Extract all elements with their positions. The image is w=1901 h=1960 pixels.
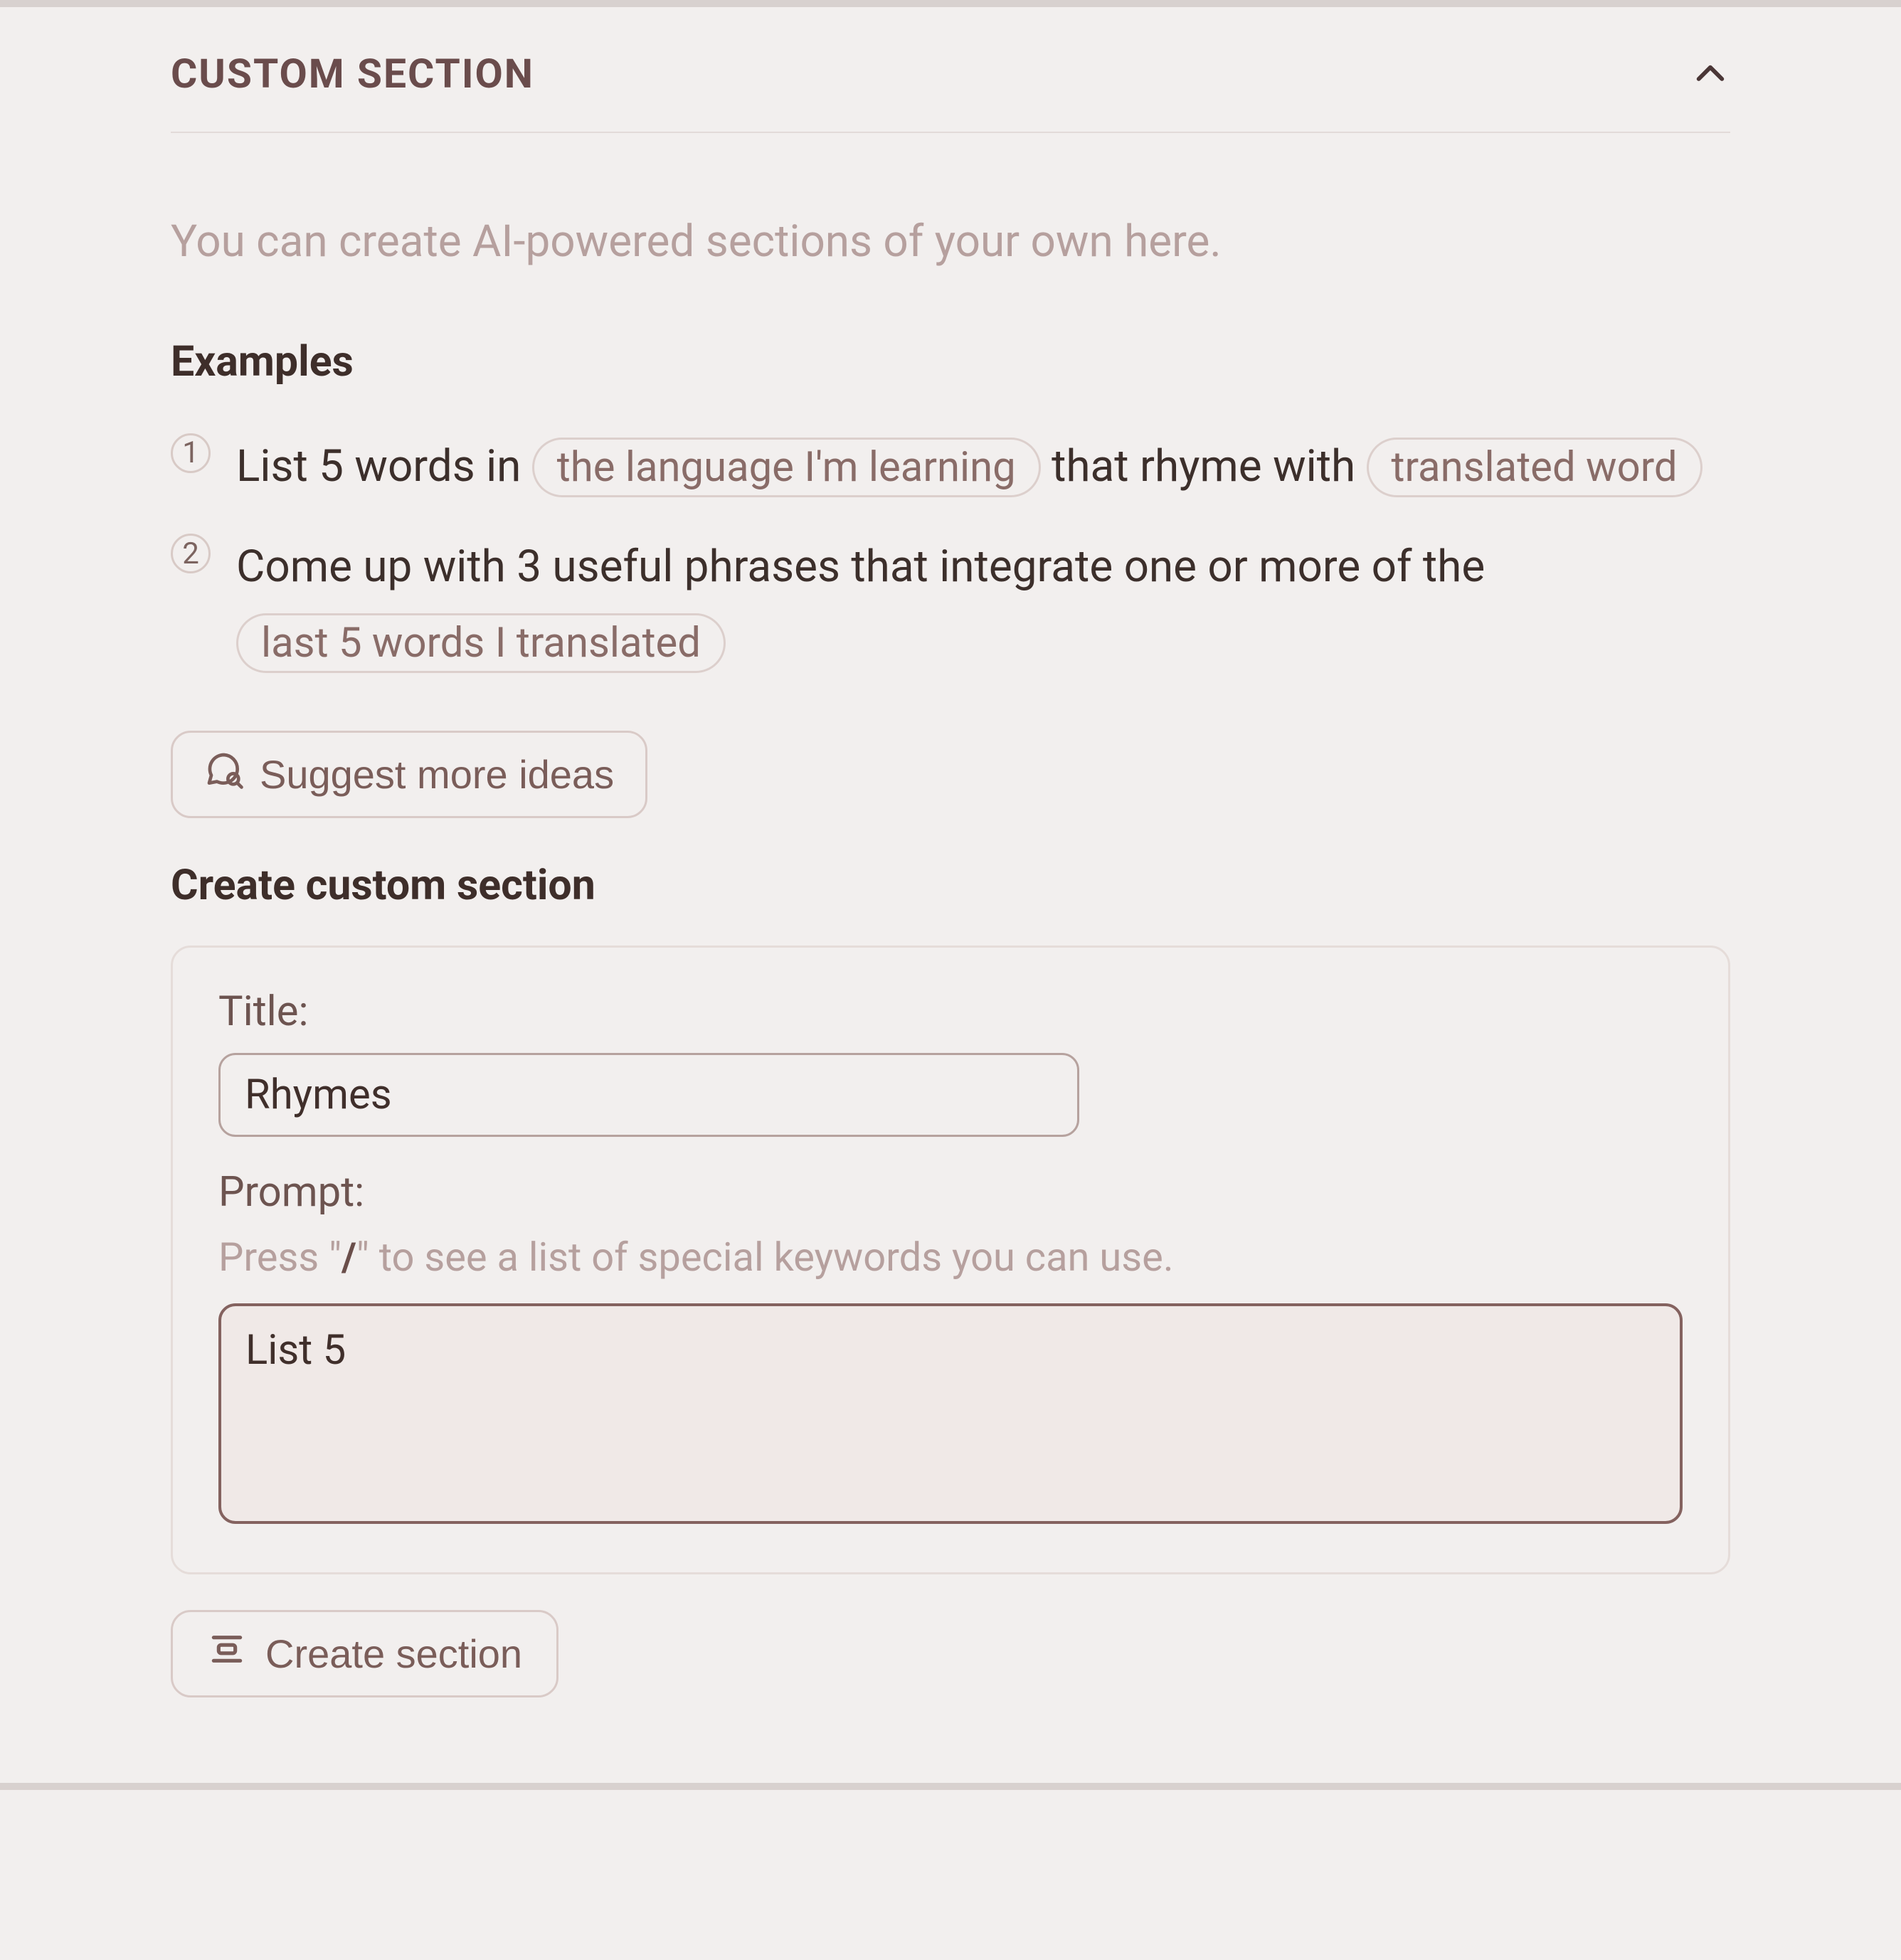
section-title: CUSTOM SECTION — [171, 50, 534, 97]
keyword-pill[interactable]: the language I'm learning — [532, 438, 1041, 497]
prompt-label: Prompt: — [218, 1168, 1683, 1217]
hint-prefix: Press " — [218, 1234, 341, 1281]
keyword-pill[interactable]: translated word — [1367, 438, 1703, 497]
example-text: List 5 words in the language I'm learnin… — [236, 429, 1703, 504]
create-section-button[interactable]: Create section — [171, 1610, 558, 1697]
title-label: Title: — [218, 987, 1683, 1036]
intro-text: You can create AI-powered sections of yo… — [171, 211, 1730, 273]
keyword-pill[interactable]: last 5 words I translated — [236, 613, 726, 673]
example-item-1: 1 List 5 words in the language I'm learn… — [171, 429, 1730, 504]
example-text-part: Come up with 3 useful phrases that integ… — [236, 541, 1485, 593]
create-heading: Create custom section — [171, 861, 1730, 910]
example-text: Come up with 3 useful phrases that integ… — [236, 529, 1730, 679]
prompt-hint: Press "/" to see a list of special keywo… — [218, 1234, 1683, 1281]
top-divider — [0, 0, 1901, 7]
title-input[interactable] — [218, 1053, 1079, 1137]
create-form-card: Title: Prompt: Press "/" to see a list o… — [171, 945, 1730, 1574]
example-text-part: List 5 words in — [236, 440, 532, 492]
create-button-label: Create section — [265, 1631, 522, 1677]
chevron-up-icon[interactable] — [1690, 54, 1730, 94]
example-item-2: 2 Come up with 3 useful phrases that int… — [171, 529, 1730, 679]
hint-slash: / — [341, 1234, 356, 1281]
prompt-textarea[interactable] — [218, 1303, 1683, 1524]
chat-search-icon — [204, 750, 244, 799]
custom-section-panel: CUSTOM SECTION You can create AI-powered… — [0, 7, 1901, 1740]
section-header[interactable]: CUSTOM SECTION — [171, 50, 1730, 133]
hint-suffix: " to see a list of special keywords you … — [356, 1234, 1174, 1281]
example-number-badge: 1 — [171, 433, 211, 473]
suggest-more-ideas-button[interactable]: Suggest more ideas — [171, 731, 647, 818]
examples-heading: Examples — [171, 337, 1730, 386]
bottom-divider — [0, 1783, 1901, 1790]
suggest-button-label: Suggest more ideas — [260, 751, 614, 798]
section-insert-icon — [207, 1629, 247, 1678]
example-number-badge: 2 — [171, 534, 211, 573]
example-text-part: that rhyme with — [1052, 440, 1366, 492]
